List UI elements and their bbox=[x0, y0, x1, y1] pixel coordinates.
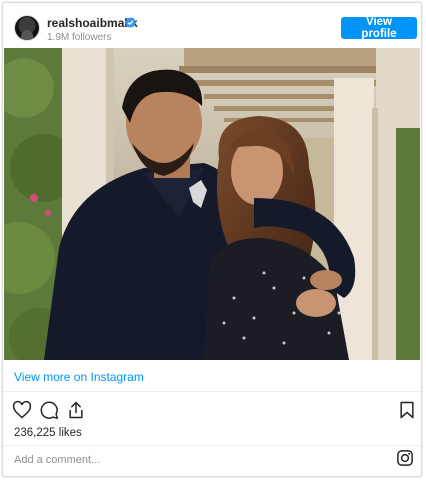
heart-icon[interactable] bbox=[12, 400, 32, 420]
comment-input[interactable]: Add a comment... bbox=[14, 454, 100, 466]
like-count: 236,225 likes bbox=[14, 427, 82, 439]
divider bbox=[3, 391, 421, 392]
avatar[interactable] bbox=[14, 15, 40, 41]
instagram-embed: realshoaibmalik 1.9M followers View prof… bbox=[2, 2, 422, 477]
instagram-icon[interactable] bbox=[396, 449, 414, 467]
share-icon[interactable] bbox=[66, 400, 86, 420]
divider bbox=[3, 445, 421, 446]
follower-count: 1.9M followers bbox=[47, 32, 112, 43]
verified-badge-icon bbox=[125, 17, 136, 28]
post-image[interactable] bbox=[4, 48, 420, 360]
comment-icon[interactable] bbox=[39, 400, 59, 420]
view-more-link[interactable]: View more on Instagram bbox=[14, 370, 144, 384]
view-profile-button[interactable]: View profile bbox=[341, 16, 417, 40]
post-photo-illustration bbox=[4, 48, 420, 360]
bookmark-icon[interactable] bbox=[397, 400, 417, 420]
post-header: realshoaibmalik 1.9M followers View prof… bbox=[3, 3, 421, 49]
